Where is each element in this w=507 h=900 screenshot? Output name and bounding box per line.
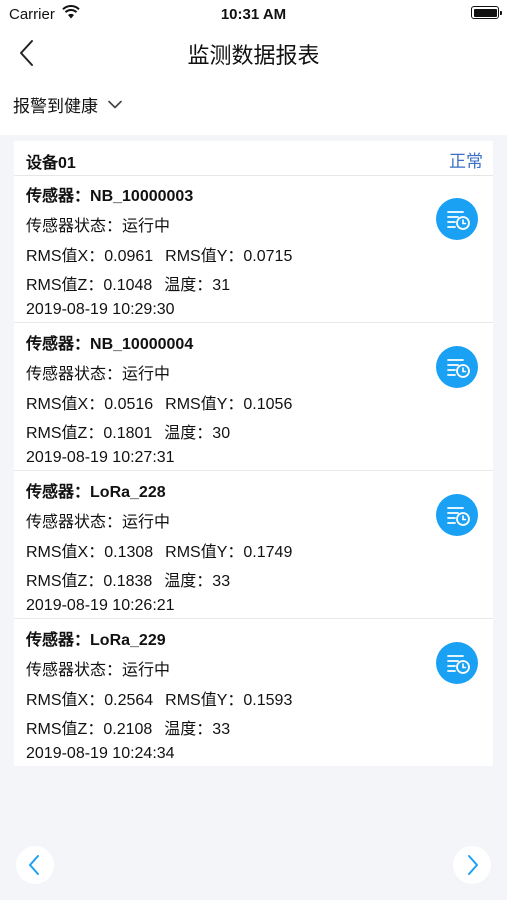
sensor-title: 传感器：LoRa_228 [26,478,166,502]
sensor-item: 传感器：LoRa_228 传感器状态：运行中 RMS值X：0.1308 RMS值Y：0… [14,472,493,619]
timestamp: 2019-08-19 10:24:34 [26,745,175,762]
sensor-item: 传感器：NB_10000003 传感器状态：运行中 RMS值X：0.0961 RMS值… [14,176,493,323]
sensor-id: LoRa_229 [90,632,166,649]
rms-xy-row: RMS值X：0.0961 RMS值Y：0.0715 [26,242,292,266]
temperature-label: 温度： [164,721,213,738]
rms-x-value: 0.0516 [104,396,154,413]
rms-y-value: 0.1749 [243,544,293,561]
rms-z-label: RMS值Z： [26,573,104,590]
history-button[interactable] [436,198,478,240]
temperature-value: 33 [212,573,231,590]
navigation-bar: 监测数据报表 [0,28,507,78]
timestamp: 2019-08-19 10:27:31 [26,449,175,466]
sensor-id: LoRa_228 [90,484,166,501]
rms-y-label: RMS值Y： [165,692,244,709]
device-header: 设备01 正常 [14,141,493,176]
temperature-value: 30 [212,425,231,442]
sensor-state-row: 传感器状态：运行中 [26,656,170,680]
device-status: 正常 [449,152,483,171]
clock: 10:31 AM [220,6,287,23]
previous-page-button[interactable] [16,846,54,884]
history-button[interactable] [436,642,478,684]
filter-dropdown[interactable]: 报警到健康 [13,92,122,116]
rms-x-value: 0.0961 [104,248,154,265]
rms-z-temp-row: RMS值Z：0.1801 温度：30 [26,419,230,443]
rms-x-label: RMS值X： [26,396,105,413]
rms-xy-row: RMS值X：0.2564 RMS值Y：0.1593 [26,686,292,710]
rms-z-value: 0.2108 [103,721,153,738]
battery-icon [471,6,502,19]
sensor-prefix: 传感器： [26,188,91,205]
rms-y-label: RMS值Y： [165,396,244,413]
page-title: 监测数据报表 [187,43,320,68]
sensor-state-row: 传感器状态：运行中 [26,508,170,532]
sensor-item: 传感器：NB_10000004 传感器状态：运行中 RMS值X：0.0516 RMS值… [14,324,493,471]
rms-x-label: RMS值X： [26,544,105,561]
history-clock-icon [436,211,478,244]
rms-z-temp-row: RMS值Z：0.1838 温度：33 [26,567,230,591]
sensor-id: NB_10000004 [90,336,194,353]
rms-y-label: RMS值Y： [165,248,244,265]
sensor-title: 传感器：NB_10000004 [26,330,193,354]
next-page-button[interactable] [453,846,491,884]
chevron-right-icon [468,855,478,875]
rms-y-value: 0.0715 [243,248,293,265]
rms-y-value: 0.1593 [243,692,293,709]
sensor-prefix: 传感器： [26,484,91,501]
rms-z-temp-row: RMS值Z：0.1048 温度：31 [26,271,230,295]
history-clock-icon [436,507,478,540]
rms-z-temp-row: RMS值Z：0.2108 温度：33 [26,715,230,739]
state-label: 传感器状态： [26,514,123,531]
filter-label: 报警到健康 [13,96,98,116]
device-name: 设备01 [26,155,76,172]
rms-x-value: 0.2564 [104,692,154,709]
state-label: 传感器状态： [26,366,123,383]
rms-y-value: 0.1056 [243,396,293,413]
temperature-value: 31 [212,277,231,294]
rms-z-label: RMS值Z： [26,721,104,738]
chevron-left-icon [29,855,39,875]
status-bar: Carrier 10:31 AM [0,0,507,28]
timestamp: 2019-08-19 10:29:30 [26,301,175,318]
device-card: 设备01 正常 传感器：NB_10000003 传感器状态：运行中 RMS值X：0.… [14,141,493,766]
history-button[interactable] [436,346,478,388]
rms-z-label: RMS值Z： [26,425,104,442]
sensor-item: 传感器：LoRa_229 传感器状态：运行中 RMS值X：0.2564 RMS值Y：0… [14,620,493,767]
sensor-state-row: 传感器状态：运行中 [26,360,170,384]
state-value: 运行中 [122,662,171,679]
state-label: 传感器状态： [26,662,123,679]
temperature-label: 温度： [164,277,213,294]
rms-y-label: RMS值Y： [165,544,244,561]
rms-z-label: RMS值Z： [26,277,104,294]
rms-z-value: 0.1838 [103,573,153,590]
temperature-label: 温度： [164,425,213,442]
temperature-label: 温度： [164,573,213,590]
rms-xy-row: RMS值X：0.0516 RMS值Y：0.1056 [26,390,292,414]
chevron-down-icon [108,100,122,108]
sensor-prefix: 传感器： [26,632,91,649]
sensor-title: 传感器：NB_10000003 [26,182,193,206]
history-clock-icon [436,655,478,688]
state-value: 运行中 [122,514,171,531]
sensor-id: NB_10000003 [90,188,194,205]
timestamp: 2019-08-19 10:26:21 [26,597,175,614]
sensor-prefix: 传感器： [26,336,91,353]
rms-x-label: RMS值X： [26,248,105,265]
state-value: 运行中 [122,366,171,383]
sensor-state-row: 传感器状态：运行中 [26,212,170,236]
rms-x-value: 0.1308 [104,544,154,561]
state-label: 传感器状态： [26,218,123,235]
temperature-value: 33 [212,721,231,738]
rms-z-value: 0.1801 [103,425,153,442]
history-button[interactable] [436,494,478,536]
history-clock-icon [436,359,478,392]
rms-z-value: 0.1048 [103,277,153,294]
rms-x-label: RMS值X： [26,692,105,709]
rms-xy-row: RMS值X：0.1308 RMS值Y：0.1749 [26,538,292,562]
sensor-title: 传感器：LoRa_229 [26,626,166,650]
state-value: 运行中 [122,218,171,235]
